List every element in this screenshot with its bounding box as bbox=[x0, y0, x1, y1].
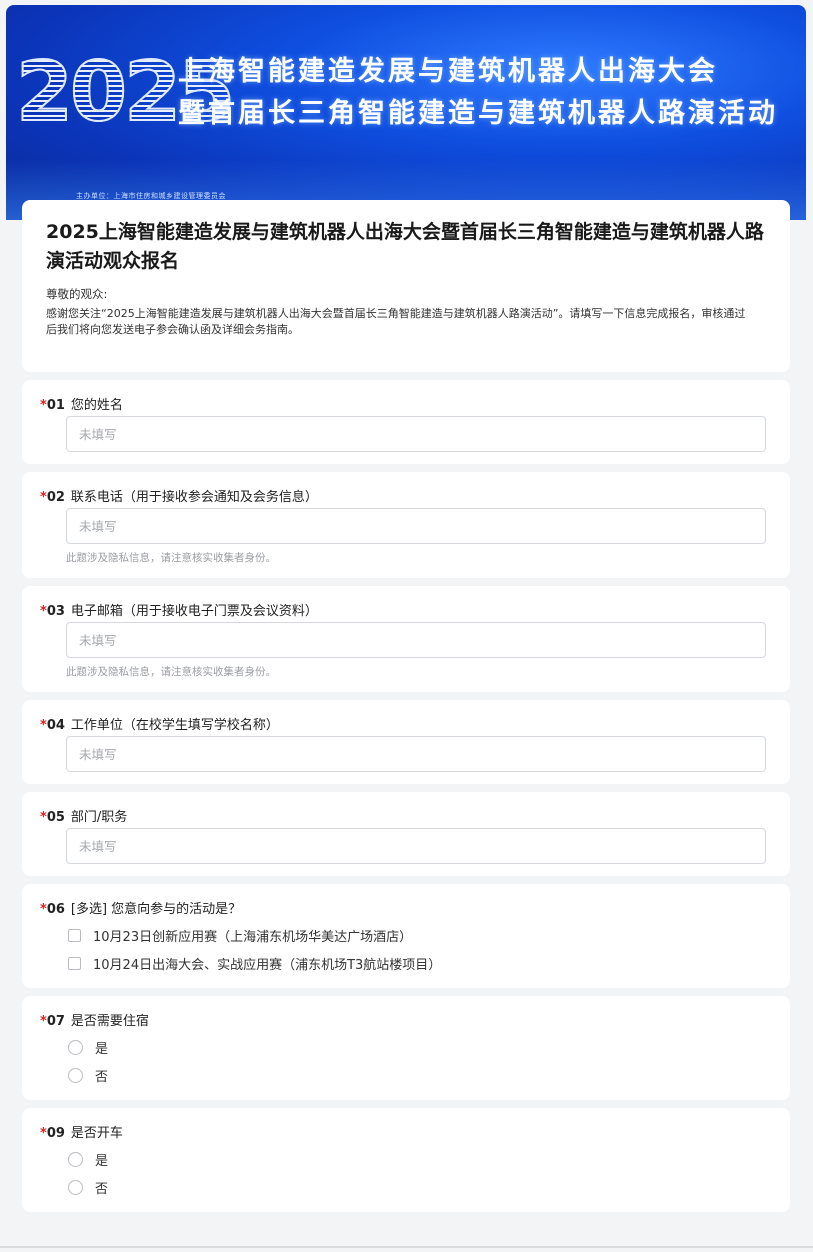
option-label: 10月23日创新应用赛（上海浦东机场华美达广场酒店） bbox=[93, 930, 413, 945]
banner-title-line2: 暨首届长三角智能建造与建筑机器人路演活动 bbox=[178, 98, 778, 129]
question-driving: *09 是否开车 是 否 bbox=[22, 1108, 790, 1212]
required-mark: * bbox=[40, 490, 47, 505]
question-label: [多选] 您意向参与的活动是？ bbox=[70, 902, 242, 917]
question-department: *05 部门/职务 bbox=[22, 792, 790, 876]
question-title: *07 是否需要住宿 bbox=[40, 1010, 149, 1029]
question-number: 07 bbox=[46, 1014, 65, 1029]
option-label: 是 bbox=[95, 1042, 109, 1057]
form-header-card: 2025上海智能建造发展与建筑机器人出海大会暨首届长三角智能建造与建筑机器人路演… bbox=[22, 200, 790, 372]
question-email: *03 电子邮箱（用于接收电子门票及会议资料） 此题涉及隐私信息，请注意核实收集者… bbox=[22, 586, 790, 692]
question-number: 05 bbox=[46, 810, 65, 825]
required-mark: * bbox=[40, 604, 47, 619]
checkbox[interactable] bbox=[68, 957, 81, 970]
question-title: *02 联系电话（用于接收参会通知及会务信息） bbox=[40, 486, 318, 505]
required-mark: * bbox=[40, 902, 47, 917]
question-number: 06 bbox=[46, 902, 65, 917]
form-title: 2025上海智能建造发展与建筑机器人出海大会暨首届长三角智能建造与建筑机器人路演… bbox=[46, 221, 764, 272]
question-number: 02 bbox=[46, 490, 65, 505]
required-mark: * bbox=[40, 1014, 47, 1029]
question-number: 04 bbox=[46, 718, 65, 733]
option-label: 否 bbox=[95, 1182, 109, 1197]
question-title: *01 您的姓名 bbox=[40, 394, 123, 413]
activity-option-oct24[interactable]: 10月24日出海大会、实战应用赛（浦东机场T3航站楼项目） bbox=[68, 954, 441, 973]
question-label: 部门/职务 bbox=[70, 810, 128, 825]
question-phone: *02 联系电话（用于接收参会通知及会务信息） 此题涉及隐私信息，请注意核实收集者… bbox=[22, 472, 790, 578]
required-mark: * bbox=[40, 398, 47, 413]
accommodation-option-no[interactable]: 否 bbox=[68, 1066, 108, 1085]
option-label: 是 bbox=[95, 1154, 109, 1169]
question-label: 联系电话（用于接收参会通知及会务信息） bbox=[70, 490, 318, 505]
form-greeting: 尊敬的观众: bbox=[46, 287, 108, 301]
question-title: *06 [多选] 您意向参与的活动是？ bbox=[40, 898, 241, 917]
question-title: *04 工作单位（在校学生填写学校名称） bbox=[40, 714, 279, 733]
question-organization: *04 工作单位（在校学生填写学校名称） bbox=[22, 700, 790, 784]
radio-button[interactable] bbox=[68, 1180, 83, 1195]
question-label: 您的姓名 bbox=[70, 398, 123, 413]
question-activities: *06 [多选] 您意向参与的活动是？ 10月23日创新应用赛（上海浦东机场华美达… bbox=[22, 884, 790, 988]
phone-input[interactable] bbox=[66, 508, 766, 544]
required-mark: * bbox=[40, 1126, 47, 1141]
required-mark: * bbox=[40, 718, 47, 733]
page-bottom-divider bbox=[0, 1246, 813, 1248]
accommodation-option-yes[interactable]: 是 bbox=[68, 1038, 108, 1057]
email-input[interactable] bbox=[66, 622, 766, 658]
question-accommodation: *07 是否需要住宿 是 否 bbox=[22, 996, 790, 1100]
radio-button[interactable] bbox=[68, 1068, 83, 1083]
radio-button[interactable] bbox=[68, 1152, 83, 1167]
driving-option-yes[interactable]: 是 bbox=[68, 1150, 108, 1169]
privacy-note: 此题涉及隐私信息，请注意核实收集者身份。 bbox=[66, 552, 276, 564]
question-title: *05 部门/职务 bbox=[40, 806, 127, 825]
activity-option-oct23[interactable]: 10月23日创新应用赛（上海浦东机场华美达广场酒店） bbox=[68, 926, 412, 945]
question-label: 是否开车 bbox=[70, 1126, 123, 1141]
option-label: 10月24日出海大会、实战应用赛（浦东机场T3航站楼项目） bbox=[93, 958, 442, 973]
event-banner: 2025 上海智能建造发展与建筑机器人出海大会 暨首届长三角智能建造与建筑机器人… bbox=[6, 5, 806, 220]
question-title: *03 电子邮箱（用于接收电子门票及会议资料） bbox=[40, 600, 318, 619]
radio-button[interactable] bbox=[68, 1040, 83, 1055]
question-label: 是否需要住宿 bbox=[70, 1014, 149, 1029]
question-number: 03 bbox=[46, 604, 65, 619]
question-label: 电子邮箱（用于接收电子门票及会议资料） bbox=[70, 604, 318, 619]
privacy-note: 此题涉及隐私信息，请注意核实收集者身份。 bbox=[66, 666, 276, 678]
question-title: *09 是否开车 bbox=[40, 1122, 123, 1141]
question-number: 01 bbox=[46, 398, 65, 413]
required-mark: * bbox=[40, 810, 47, 825]
name-input[interactable] bbox=[66, 416, 766, 452]
option-label: 否 bbox=[95, 1070, 109, 1085]
question-name: *01 您的姓名 bbox=[22, 380, 790, 464]
checkbox[interactable] bbox=[68, 929, 81, 942]
department-input[interactable] bbox=[66, 828, 766, 864]
driving-option-no[interactable]: 否 bbox=[68, 1178, 108, 1197]
organization-input[interactable] bbox=[66, 736, 766, 772]
question-number: 09 bbox=[46, 1126, 65, 1141]
banner-title-line1: 上海智能建造发展与建筑机器人出海大会 bbox=[178, 56, 718, 87]
form-intro: 感谢您关注“2025上海智能建造发展与建筑机器人出海大会暨首届长三角智能建造与建… bbox=[46, 307, 746, 336]
question-label: 工作单位（在校学生填写学校名称） bbox=[70, 718, 279, 733]
